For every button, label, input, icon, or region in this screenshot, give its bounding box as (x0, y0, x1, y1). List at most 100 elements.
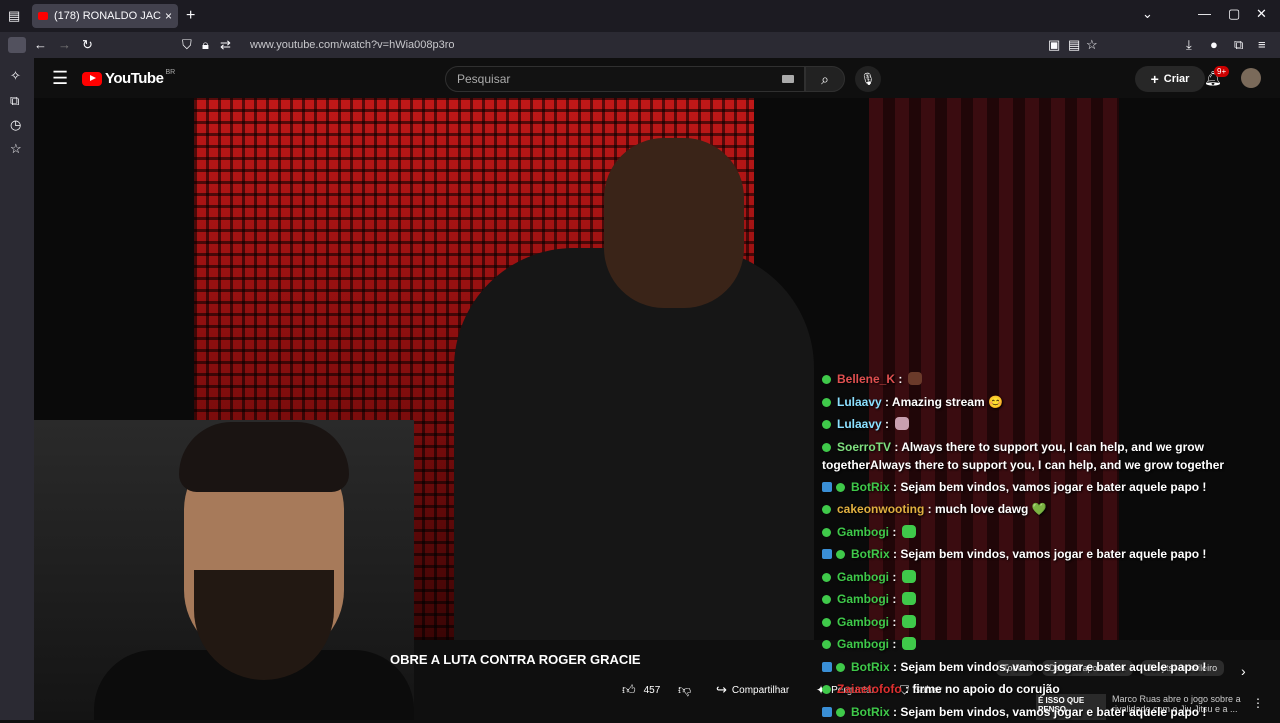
close-tab-icon[interactable]: × (165, 9, 172, 23)
chat-message: Bellene_K : (822, 368, 1280, 391)
chat-message: Lulaavy : (822, 413, 1280, 436)
search-icon: ⌕ (821, 71, 829, 88)
chat-username[interactable]: BotRix (851, 660, 890, 674)
menu-icon[interactable]: ≡ (1258, 37, 1266, 52)
chat-message: BotRix : Sejam bem vindos, vamos jogar e… (822, 656, 1280, 679)
keyboard-icon[interactable] (782, 75, 794, 83)
maximize-button[interactable]: ▢ (1228, 6, 1240, 22)
chat-message: SoerroTV : Always there to support you, … (822, 436, 1280, 476)
chat-text: : Sejam bem vindos, vamos jogar e bater … (890, 660, 1207, 674)
chat-username[interactable]: SoerroTV (837, 440, 891, 454)
voice-search-button[interactable]: 🎙︎ (855, 66, 881, 92)
search-button[interactable]: ⌕ (805, 66, 845, 92)
bot-badge-icon (822, 707, 832, 717)
chat-username[interactable]: BotRix (851, 705, 890, 719)
browser-tab-youtube[interactable]: (178) RONALDO JACARÉ EXPÕE × (32, 4, 178, 28)
create-button[interactable]: + Criar (1135, 66, 1205, 92)
bot-badge-icon (822, 482, 832, 492)
chat-text: : (889, 592, 896, 606)
guide-menu-icon[interactable]: ☰ (52, 68, 68, 89)
plus-icon: + (1151, 71, 1159, 87)
chat-text: : (889, 637, 896, 651)
chat-text: : much love dawg 💚 (924, 502, 1046, 516)
chat-username[interactable]: Gambogi (837, 615, 889, 629)
sidebar-toggle-icon[interactable] (8, 37, 26, 53)
chat-emote-icon (895, 417, 909, 430)
permissions-icon[interactable]: ⇄ (220, 37, 231, 53)
verified-badge-icon (836, 550, 845, 559)
ai-chat-icon[interactable]: ✧ (10, 68, 21, 84)
chat-username[interactable]: BotRix (851, 547, 890, 561)
chat-username[interactable]: Gambogi (837, 637, 889, 651)
close-window-button[interactable]: ✕ (1256, 6, 1267, 22)
bookmarks-icon[interactable]: ☆ (10, 141, 22, 157)
bot-badge-icon (822, 662, 832, 672)
streamer-webcam (34, 420, 414, 720)
stream-chat-overlay: Bellene_K :Lulaavy : Amazing stream 😊Lul… (822, 368, 1280, 723)
verified-badge-icon (822, 420, 831, 429)
list-all-tabs-icon[interactable]: ⌄ (1142, 6, 1153, 22)
user-avatar[interactable] (1241, 68, 1261, 88)
search-input[interactable]: Pesquisar (445, 66, 805, 92)
chat-username[interactable]: Gambogi (837, 592, 889, 606)
shield-icon[interactable]: ⛉ (182, 37, 192, 53)
chat-username[interactable]: Bellene_K (837, 372, 895, 386)
reader-view-icon[interactable]: ▤ (1068, 37, 1080, 53)
account-icon[interactable]: ● (1210, 37, 1218, 52)
youtube-logo[interactable]: YouTube BR (82, 70, 175, 87)
chat-text: : (889, 570, 896, 584)
chat-emote-icon (902, 637, 916, 650)
chat-username[interactable]: cakeonwooting (837, 502, 924, 516)
microphone-icon: 🎙︎ (860, 72, 875, 86)
like-button[interactable]: 👍︎ 457 (622, 680, 660, 700)
notification-badge: 9+ (1214, 66, 1229, 77)
chat-message: Gambogi : (822, 633, 1280, 656)
synced-tabs-icon[interactable]: ⧉ (10, 93, 19, 109)
create-label: Criar (1164, 73, 1190, 85)
dislike-button[interactable]: 👎︎ (678, 680, 691, 700)
chat-username[interactable]: Lulaavy (837, 417, 882, 431)
bookmark-star-icon[interactable]: ☆ (1086, 37, 1098, 53)
verified-badge-icon (822, 505, 831, 514)
chat-username[interactable]: Gambogi (837, 525, 889, 539)
bot-badge-icon (822, 549, 832, 559)
verified-badge-icon (836, 483, 845, 492)
forward-icon[interactable]: → (58, 37, 71, 52)
browser-sidebar: ✧ ⧉ ◷ ☆ (0, 58, 34, 720)
picture-in-picture-icon[interactable]: ▣ (1048, 37, 1060, 53)
verified-badge-icon (836, 663, 845, 672)
chat-text: : Amazing stream 😊 (882, 395, 1003, 409)
chat-text: : (889, 525, 896, 539)
chat-emote-icon (902, 570, 916, 583)
chat-message: Gambogi : (822, 566, 1280, 589)
chat-text: : firme no apoio do corujão (902, 682, 1060, 696)
tab-list-icon[interactable]: ▤ (8, 8, 20, 24)
chat-username[interactable]: Gambogi (837, 570, 889, 584)
chat-message: BotRix : Sejam bem vindos, vamos jogar e… (822, 476, 1280, 499)
new-tab-button[interactable]: + (186, 7, 195, 25)
extensions-icon[interactable]: ⧉ (1234, 37, 1243, 53)
chat-text: : Sejam bem vindos, vamos jogar e bater … (890, 480, 1207, 494)
chat-message: BotRix : Sejam bem vindos, vamos jogar e… (822, 543, 1280, 566)
share-button[interactable]: ↪ Compartilhar (716, 680, 789, 700)
chat-username[interactable]: BotRix (851, 480, 890, 494)
lock-icon[interactable]: 🔒︎ (202, 37, 209, 53)
chat-emote-icon (902, 525, 916, 538)
chat-message: cakeonwooting : much love dawg 💚 (822, 498, 1280, 521)
chat-username[interactable]: Lulaavy (837, 395, 882, 409)
video-subject-body (454, 248, 814, 640)
chat-text: : (882, 417, 889, 431)
minimize-button[interactable]: — (1198, 6, 1211, 21)
chat-message: Lulaavy : Amazing stream 😊 (822, 391, 1280, 414)
chat-message: Gambogi : (822, 521, 1280, 544)
history-icon[interactable]: ◷ (10, 117, 21, 133)
downloads-icon[interactable]: ⤓ (1186, 37, 1192, 53)
url-bar[interactable]: www.youtube.com/watch?v=hWia008p3ro (250, 39, 455, 51)
back-icon[interactable]: ← (34, 37, 47, 52)
webcam-hair (179, 422, 349, 492)
video-title: OBRE A LUTA CONTRA ROGER GRACIE (390, 652, 641, 667)
chat-username[interactable]: Zaiaetofofo (837, 682, 902, 696)
chat-text: : (889, 615, 896, 629)
youtube-header: ☰ YouTube BR Pesquisar ⌕ 🎙︎ +Criar 🔔︎ 9+ (34, 58, 1280, 98)
reload-icon[interactable]: ↻ (82, 37, 93, 53)
